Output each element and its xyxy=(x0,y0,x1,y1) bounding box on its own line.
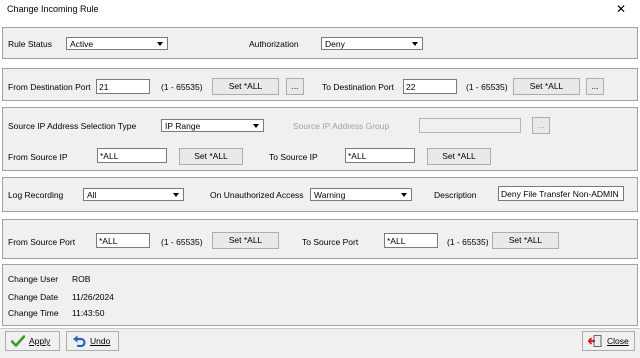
close-icon[interactable]: ✕ xyxy=(614,2,628,16)
authorization-value: Deny xyxy=(325,39,345,49)
set-all-to-source-port-button[interactable]: Set *ALL xyxy=(492,232,559,249)
change-date-value: 11/26/2024 xyxy=(72,292,114,302)
authorization-label: Authorization xyxy=(249,39,299,49)
browse-from-dest-port-button[interactable]: ... xyxy=(286,78,304,95)
source-ip-selection-type-value: IP Range xyxy=(165,121,201,131)
from-source-port-input[interactable]: *ALL xyxy=(96,233,150,248)
chevron-down-icon xyxy=(156,39,165,48)
description-input[interactable]: Deny File Transfer Non-ADMIN xyxy=(498,186,624,201)
rule-status-select[interactable]: Active xyxy=(66,37,168,50)
browse-source-ip-group-button[interactable]: ... xyxy=(532,117,550,134)
log-recording-value: All xyxy=(87,190,97,200)
close-label: Close xyxy=(607,336,629,346)
chevron-down-icon xyxy=(411,39,420,48)
undo-button[interactable]: Undo xyxy=(66,331,119,351)
change-time-label: Change Time xyxy=(8,308,59,318)
from-destination-port-input[interactable]: 21 xyxy=(96,79,150,94)
rule-status-value: Active xyxy=(70,39,94,49)
log-recording-select[interactable]: All xyxy=(83,188,184,201)
checkmark-icon xyxy=(11,335,25,347)
to-destination-port-input[interactable]: 22 xyxy=(403,79,457,94)
to-source-ip-value: *ALL xyxy=(348,151,367,161)
close-button[interactable]: Close xyxy=(582,331,635,351)
audit-panel: Change User ROB Change Date 11/26/2024 C… xyxy=(2,264,638,326)
description-value: Deny File Transfer Non-ADMIN xyxy=(501,189,619,199)
rule-panel: Rule Status Active Authorization Deny xyxy=(2,27,638,59)
range-hint: (1 - 65535) xyxy=(161,237,203,247)
source-ip-selection-type-select[interactable]: IP Range xyxy=(161,119,264,132)
chevron-down-icon xyxy=(172,190,181,199)
from-destination-port-value: 21 xyxy=(99,82,109,92)
set-all-from-dest-port-button[interactable]: Set *ALL xyxy=(212,78,279,95)
exit-door-icon xyxy=(588,335,602,347)
set-all-to-dest-port-button[interactable]: Set *ALL xyxy=(513,78,580,95)
source-ip-group-input[interactable] xyxy=(419,118,521,133)
log-recording-label: Log Recording xyxy=(8,190,64,200)
set-all-from-source-port-button[interactable]: Set *ALL xyxy=(212,232,279,249)
title-bar: Change Incoming Rule ✕ xyxy=(0,0,640,20)
authorization-select[interactable]: Deny xyxy=(321,37,423,50)
window-title: Change Incoming Rule xyxy=(7,4,99,14)
unauthorized-access-label: On Unauthorized Access xyxy=(210,190,304,200)
set-all-to-source-ip-button[interactable]: Set *ALL xyxy=(427,148,491,165)
apply-button[interactable]: Apply xyxy=(5,331,60,351)
destination-port-panel: From Destination Port 21 (1 - 65535) Set… xyxy=(2,68,638,101)
chevron-down-icon xyxy=(400,190,409,199)
to-source-port-input[interactable]: *ALL xyxy=(384,233,438,248)
from-source-ip-label: From Source IP xyxy=(8,152,68,162)
to-destination-port-value: 22 xyxy=(406,82,416,92)
range-hint: (1 - 65535) xyxy=(447,237,489,247)
range-hint: (1 - 65535) xyxy=(466,82,508,92)
to-source-port-value: *ALL xyxy=(387,236,406,246)
to-destination-port-label: To Destination Port xyxy=(322,82,394,92)
change-user-value: ROB xyxy=(72,274,91,284)
to-source-port-label: To Source Port xyxy=(302,237,359,247)
source-ip-selection-type-label: Source IP Address Selection Type xyxy=(8,121,137,131)
change-user-label: Change User xyxy=(8,274,59,284)
from-source-ip-input[interactable]: *ALL xyxy=(97,148,167,163)
from-source-port-label: From Source Port xyxy=(8,237,76,247)
from-destination-port-label: From Destination Port xyxy=(8,82,91,92)
source-ip-group-label: Source IP Address Group xyxy=(293,121,390,131)
rule-status-label: Rule Status xyxy=(8,39,52,49)
undo-label: Undo xyxy=(90,336,111,346)
range-hint: (1 - 65535) xyxy=(161,82,203,92)
unauthorized-access-select[interactable]: Warning xyxy=(310,188,412,201)
to-source-ip-label: To Source IP xyxy=(269,152,318,162)
to-source-ip-input[interactable]: *ALL xyxy=(345,148,415,163)
undo-arrow-icon xyxy=(73,335,86,347)
source-ip-panel: Source IP Address Selection Type IP Rang… xyxy=(2,107,638,171)
apply-label: Apply xyxy=(29,336,51,346)
logging-panel: Log Recording All On Unauthorized Access… xyxy=(2,177,638,212)
chevron-down-icon xyxy=(252,121,261,130)
change-date-label: Change Date xyxy=(8,292,59,302)
unauthorized-access-value: Warning xyxy=(314,190,346,200)
from-source-port-value: *ALL xyxy=(99,236,118,246)
browse-to-dest-port-button[interactable]: ... xyxy=(586,78,604,95)
description-label: Description xyxy=(434,190,477,200)
source-port-panel: From Source Port *ALL (1 - 65535) Set *A… xyxy=(2,219,638,259)
change-time-value: 11:43:50 xyxy=(72,308,105,318)
set-all-from-source-ip-button[interactable]: Set *ALL xyxy=(179,148,243,165)
from-source-ip-value: *ALL xyxy=(100,151,119,161)
